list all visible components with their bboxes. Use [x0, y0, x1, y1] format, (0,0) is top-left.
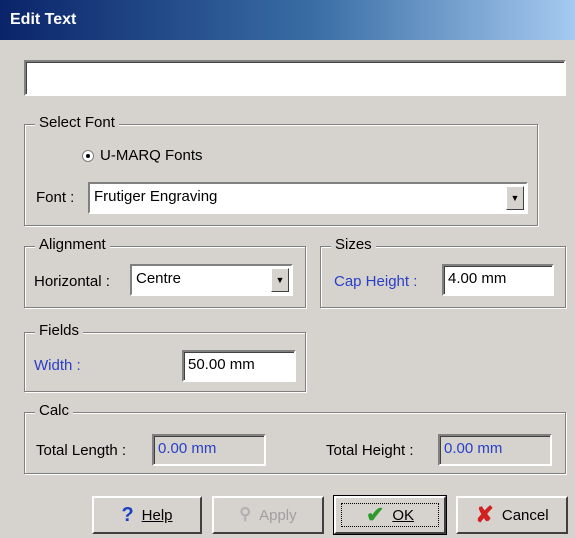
- alignment-legend: Alignment: [35, 236, 110, 253]
- total-length-label: Total Length :: [36, 442, 127, 459]
- u-marq-fonts-label: U-MARQ Fonts: [100, 147, 203, 164]
- fields-legend: Fields: [35, 322, 84, 339]
- total-height-value: 0.00 mm: [438, 434, 552, 466]
- horizontal-label: Horizontal :: [34, 273, 110, 290]
- font-select-value: Frutiger Engraving: [94, 188, 218, 205]
- apply-button[interactable]: ⚲ Apply: [212, 496, 324, 534]
- question-icon: ?: [121, 504, 134, 526]
- apply-icon: ⚲: [239, 506, 252, 523]
- cap-height-input[interactable]: 4.00 mm: [442, 264, 554, 296]
- select-font-legend: Select Font: [35, 114, 119, 131]
- sizes-legend: Sizes: [331, 236, 376, 253]
- cap-height-label: Cap Height :: [334, 273, 418, 290]
- title-bar: Edit Text: [0, 0, 575, 40]
- total-length-value: 0.00 mm: [152, 434, 266, 466]
- cancel-button[interactable]: ✘ Cancel: [456, 496, 568, 534]
- ok-button[interactable]: ✔ OK: [333, 495, 447, 535]
- window-title: Edit Text: [10, 11, 77, 28]
- edit-text-dialog: Edit Text Select Font U-MARQ Fonts Font …: [0, 0, 575, 538]
- total-height-label: Total Height :: [326, 442, 414, 459]
- text-input[interactable]: [24, 60, 566, 96]
- chevron-down-icon[interactable]: ▼: [506, 186, 524, 210]
- horizontal-select-value: Centre: [136, 270, 182, 287]
- calc-legend: Calc: [35, 402, 74, 419]
- u-marq-fonts-radio[interactable]: [82, 150, 94, 162]
- chevron-down-icon[interactable]: ▼: [271, 268, 289, 292]
- font-select[interactable]: Frutiger Engraving ▼: [88, 182, 528, 214]
- width-input[interactable]: 50.00 mm: [182, 350, 296, 382]
- width-label: Width :: [34, 357, 81, 374]
- focus-rect: [341, 503, 439, 527]
- help-button[interactable]: ? Help: [92, 496, 202, 534]
- apply-button-label: Apply: [259, 506, 297, 524]
- x-icon: ✘: [475, 502, 494, 527]
- help-button-label: Help: [141, 506, 173, 524]
- font-label: Font :: [36, 189, 75, 206]
- cancel-button-label: Cancel: [501, 506, 549, 524]
- horizontal-select[interactable]: Centre ▼: [130, 264, 293, 296]
